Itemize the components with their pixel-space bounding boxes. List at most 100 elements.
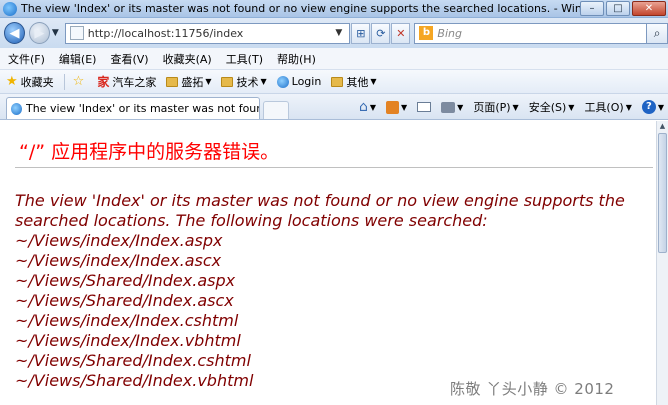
bing-logo-icon: b: [419, 26, 434, 40]
printer-icon: [441, 101, 456, 113]
stop-icon: ✕: [396, 26, 406, 40]
searched-location: ~/Views/Shared/Index.ascx: [15, 291, 234, 310]
fav-item-label: 其他: [346, 75, 369, 89]
mail-icon: [417, 102, 432, 112]
window-title: The view 'Index' or its master was not f…: [21, 2, 580, 15]
forward-button[interactable]: ▶: [28, 22, 50, 44]
favorites-label: 收藏夹: [20, 75, 54, 89]
print-button[interactable]: ▼: [441, 101, 464, 113]
divider: [15, 167, 653, 168]
chevron-down-icon: ▼: [369, 102, 377, 112]
vertical-scrollbar[interactable]: ▲: [656, 121, 668, 405]
feeds-button[interactable]: ▼: [386, 100, 407, 114]
menu-edit[interactable]: 编辑(E): [59, 51, 97, 67]
searched-location: ~/Views/Shared/Index.cshtml: [15, 351, 251, 370]
fav-folder-tech[interactable]: 技术 ▼: [221, 74, 267, 90]
chevron-down-icon: ▼: [205, 77, 212, 86]
tools-menu-button[interactable]: 工具(O) ▼: [584, 99, 631, 115]
minimize-button[interactable]: –: [580, 1, 604, 16]
searched-location: ~/Views/Shared/Index.aspx: [15, 271, 236, 290]
menu-bar: 文件(F) 编辑(E) 查看(V) 收藏夹(A) 工具(T) 帮助(H): [0, 48, 668, 70]
tools-menu-label: 工具(O): [584, 101, 624, 114]
safety-menu-button[interactable]: 安全(S) ▼: [529, 99, 575, 115]
ie-app-icon: [3, 1, 17, 16]
home-button[interactable]: ⌂ ▼: [359, 99, 376, 115]
searched-location: ~/Views/index/Index.cshtml: [15, 311, 239, 330]
stop-button[interactable]: ✕: [391, 22, 411, 44]
menu-help[interactable]: 帮助(H): [277, 51, 316, 67]
chevron-down-icon: ▼: [568, 102, 575, 112]
searched-location: ~/Views/index/Index.ascx: [15, 251, 222, 270]
rss-icon: [386, 100, 400, 114]
searched-location: ~/Views/index/Index.aspx: [15, 231, 223, 250]
error-message: The view 'Index' or its master was not f…: [15, 191, 625, 230]
new-tab-button[interactable]: [263, 101, 289, 119]
address-toolbar: ◀ ▶ ▼ http://localhost:11756/index ▼ ⊞ ⟳…: [0, 18, 668, 48]
separator: [63, 73, 65, 90]
watermark: 陈敬 丫头小静 © 2012: [450, 380, 615, 398]
chevron-down-icon: ▼: [625, 102, 632, 112]
folder-icon: [331, 76, 344, 87]
ie-page-icon: [276, 75, 289, 88]
error-title: “/” 应用程序中的服务器错误。: [19, 141, 280, 163]
recent-pages-dropdown-icon[interactable]: ▼: [52, 28, 59, 38]
tab-and-command-bar: The view 'Index' or its master was not f…: [0, 94, 668, 120]
search-icon: ⌕: [653, 25, 661, 40]
chevron-down-icon: ▼: [512, 102, 519, 112]
fav-folder-shengtuo[interactable]: 盛拓 ▼: [166, 74, 211, 90]
scrollbar-thumb[interactable]: [658, 133, 667, 253]
page-icon: [69, 26, 84, 40]
close-button[interactable]: ✕: [632, 1, 666, 16]
search-button[interactable]: ⌕: [647, 22, 668, 44]
chevron-down-icon: ▼: [657, 102, 664, 112]
fav-add-button[interactable]: ☆: [73, 74, 88, 89]
home-logo-icon: 家: [97, 75, 110, 89]
fav-item-autohome[interactable]: 家 汽车之家: [97, 73, 156, 90]
back-button[interactable]: ◀: [4, 22, 25, 44]
address-dropdown-icon[interactable]: ▼: [335, 28, 349, 38]
compat-icon: ⊞: [356, 26, 366, 40]
tab-label: The view 'Index' or its master was not f…: [25, 102, 259, 115]
maximize-button[interactable]: □: [606, 1, 630, 16]
add-favorite-star-icon: ☆: [72, 74, 85, 89]
tab-active[interactable]: The view 'Index' or its master was not f…: [6, 97, 260, 119]
searched-location: ~/Views/index/Index.vbhtml: [15, 331, 241, 350]
folder-icon: [166, 76, 179, 87]
safety-menu-label: 安全(S): [528, 101, 567, 114]
menu-favorites[interactable]: 收藏夹(A): [163, 51, 212, 67]
scroll-up-icon[interactable]: ▲: [658, 121, 667, 131]
help-icon: ?: [641, 100, 656, 114]
home-icon: ⌂: [358, 99, 368, 115]
menu-view[interactable]: 查看(V): [110, 51, 148, 67]
ie-page-icon: [11, 102, 22, 115]
compatibility-view-button[interactable]: ⊞: [351, 22, 371, 44]
mail-button[interactable]: [417, 102, 432, 112]
address-field[interactable]: http://localhost:11756/index ▼: [64, 22, 351, 44]
folder-icon: [221, 76, 234, 87]
menu-tools[interactable]: 工具(T): [226, 51, 263, 67]
page-menu-button[interactable]: 页面(P) ▼: [473, 99, 518, 115]
search-placeholder[interactable]: Bing: [437, 27, 646, 40]
error-message-block: The view 'Index' or its master was not f…: [15, 191, 655, 391]
refresh-button[interactable]: ⟳: [371, 22, 391, 44]
address-url[interactable]: http://localhost:11756/index: [88, 27, 336, 40]
help-button[interactable]: ? ▼: [641, 100, 664, 114]
chevron-down-icon: ▼: [260, 77, 267, 86]
favorites-button[interactable]: ★ 收藏夹: [6, 74, 54, 90]
window-title-bar: The view 'Index' or its master was not f…: [0, 0, 668, 18]
search-field[interactable]: b Bing: [414, 22, 648, 44]
favorites-bar: ★ 收藏夹 ☆ 家 汽车之家 盛拓 ▼ 技术 ▼ Login 其他 ▼: [0, 70, 668, 94]
chevron-down-icon: ▼: [457, 102, 464, 112]
fav-item-label: 技术: [236, 75, 259, 89]
fav-folder-other[interactable]: 其他 ▼: [331, 74, 376, 90]
command-bar: ⌂ ▼ ▼ ▼ 页面(P) ▼ 安全(S) ▼ 工具(O) ▼ ? ▼: [349, 95, 668, 119]
fav-item-label: 汽车之家: [112, 75, 157, 89]
star-icon: ★: [6, 74, 18, 89]
back-arrow-icon: ◀: [9, 25, 20, 41]
fav-item-login[interactable]: Login: [276, 75, 321, 88]
chevron-down-icon: ▼: [370, 77, 377, 86]
page-menu-label: 页面(P): [473, 101, 511, 114]
refresh-icon: ⟳: [376, 26, 386, 40]
fav-item-label: 盛拓: [181, 75, 204, 89]
menu-file[interactable]: 文件(F): [8, 51, 45, 67]
